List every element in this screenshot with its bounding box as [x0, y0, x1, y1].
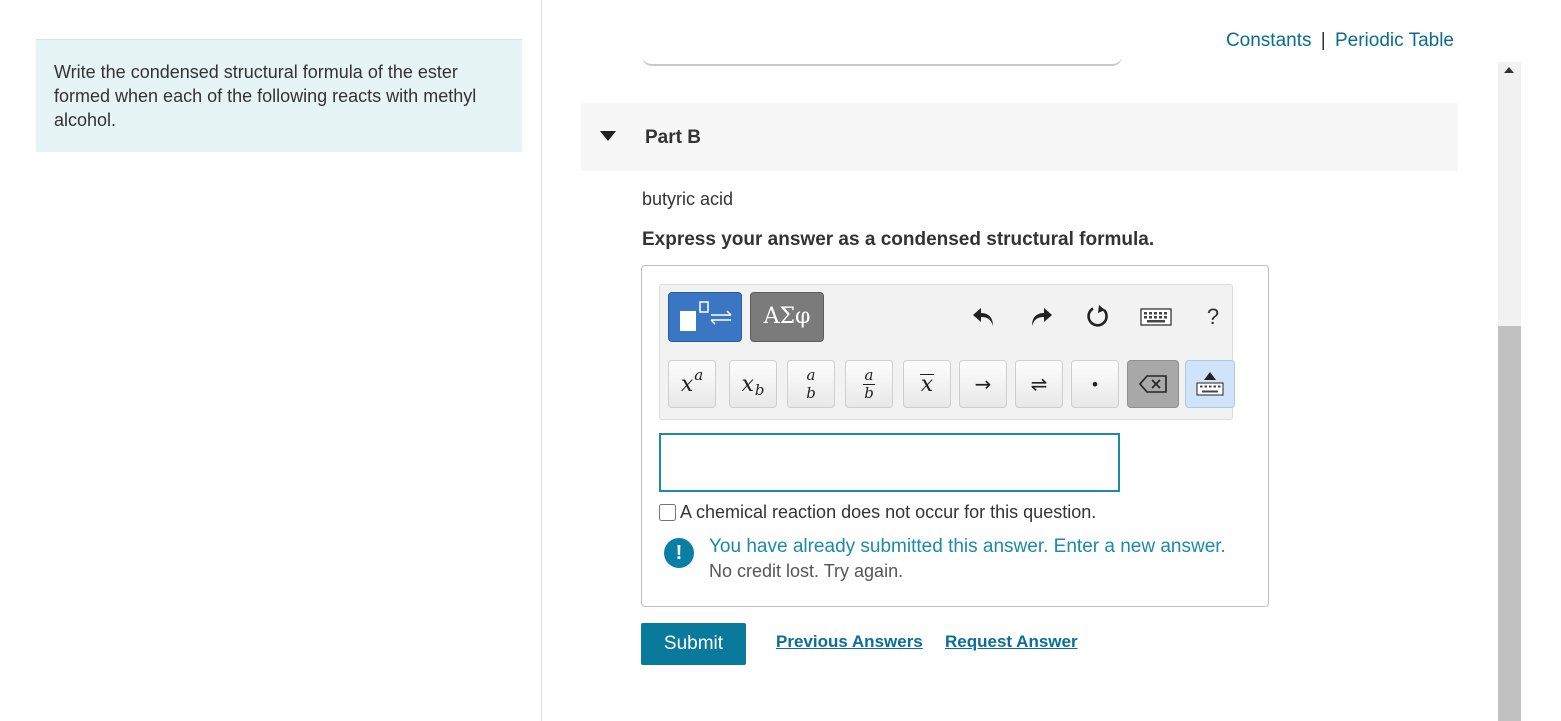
greek-symbols-button[interactable]: ΑΣφ [750, 292, 824, 342]
superscript-key[interactable]: xa [668, 360, 716, 408]
links-separator: | [1320, 30, 1326, 51]
equation-toolbar: ΑΣφ ? x a x b a b a b x → ⇌ • [659, 284, 1235, 420]
caret-down-icon[interactable] [600, 131, 616, 141]
scrollbar-thumb[interactable] [1498, 326, 1521, 721]
previous-part-edge [642, 44, 1122, 66]
question-text: butyric acid [642, 189, 734, 209]
no-reaction-option[interactable]: A chemical reaction does not occur for t… [659, 502, 1096, 523]
help-icon: ? [1206, 304, 1220, 329]
no-reaction-checkbox[interactable] [659, 504, 676, 521]
subscript-key[interactable]: xb [729, 360, 777, 408]
part-header[interactable]: Part B [581, 103, 1458, 171]
undo-button[interactable] [964, 297, 1004, 337]
keyboard-icon [1196, 382, 1224, 396]
instructions-panel: Write the condensed structural formula o… [36, 39, 522, 152]
keyboard-button[interactable] [1133, 297, 1179, 337]
reaction-arrow-key[interactable]: → [959, 360, 1007, 408]
left-pane: Write the condensed structural formula o… [0, 0, 542, 721]
undo-icon [973, 308, 993, 326]
answer-input[interactable] [659, 433, 1120, 492]
reset-icon [1087, 305, 1108, 327]
backspace-icon [1139, 375, 1167, 393]
no-reaction-label: A chemical reaction does not occur for t… [680, 502, 1097, 522]
templates-icon [680, 301, 732, 331]
equilibrium-arrow-key[interactable]: ⇌ [1015, 360, 1063, 408]
answer-box: ΑΣφ ? x a x b a b a b x → ⇌ • A chemical… [641, 265, 1269, 607]
request-answer-link[interactable]: Request Answer [945, 632, 1078, 652]
instructions-text: Write the condensed structural formula o… [54, 62, 477, 130]
scroll-up-icon[interactable] [1504, 67, 1514, 73]
periodic-table-link[interactable]: Periodic Table [1335, 30, 1454, 51]
overline-key[interactable]: x [903, 360, 951, 408]
keyboard-icon [1140, 308, 1172, 326]
reset-button[interactable] [1078, 297, 1118, 337]
templates-button[interactable] [668, 292, 742, 342]
answer-instruction: Express your answer as a condensed struc… [642, 229, 1155, 250]
caret-up-icon [1204, 372, 1216, 380]
help-button[interactable]: ? [1193, 297, 1233, 337]
backspace-key[interactable] [1127, 360, 1179, 408]
redo-icon [1032, 308, 1052, 326]
fraction-key[interactable]: a b [845, 360, 893, 408]
stack-key[interactable]: a b [787, 360, 835, 408]
submit-button[interactable]: Submit [641, 623, 746, 665]
part-title: Part B [645, 127, 701, 148]
dot-key[interactable]: • [1071, 360, 1119, 408]
scrollbar[interactable] [1498, 62, 1521, 721]
previous-answers-link[interactable]: Previous Answers [776, 632, 923, 652]
redo-button[interactable] [1021, 297, 1061, 337]
feedback-text: You have already submitted this answer. … [709, 536, 1226, 557]
feedback-detail: No credit lost. Try again. [709, 561, 904, 581]
keyboard-toggle-key[interactable] [1185, 360, 1235, 408]
top-links: Constants | Periodic Table [1226, 30, 1454, 52]
alert-icon: ! [664, 538, 694, 568]
constants-link[interactable]: Constants [1226, 30, 1312, 51]
